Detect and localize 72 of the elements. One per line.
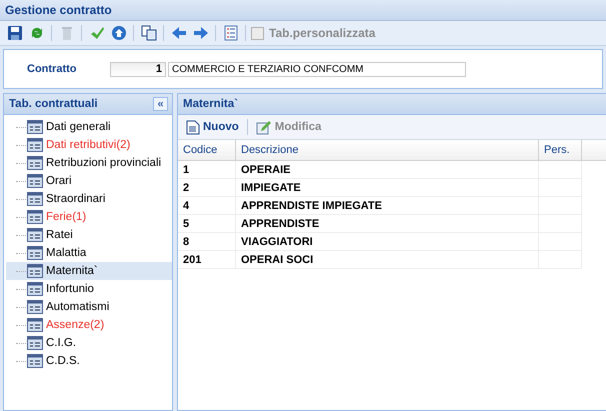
list-icon	[27, 174, 43, 188]
list-icon	[27, 354, 43, 368]
list-icon	[27, 192, 43, 206]
tree-item-label: Malattia	[46, 247, 86, 259]
tree-item[interactable]: Assenze(2)	[6, 316, 172, 334]
tree-item[interactable]: Orari	[6, 172, 172, 190]
tree-item[interactable]: Automatismi	[6, 298, 172, 316]
list-icon	[27, 336, 43, 350]
table-cell: OPERAIE	[236, 160, 538, 178]
tree-item-label: Ratei	[46, 229, 73, 241]
table-cell: 5	[178, 214, 236, 232]
pencil-icon	[256, 120, 272, 134]
tree-item[interactable]: Ferie(1)	[6, 208, 172, 226]
tree-item-label: Retribuzioni provinciali	[46, 157, 162, 169]
tree-item[interactable]: C.D.S.	[6, 352, 172, 370]
tree-item[interactable]: C.I.G.	[6, 334, 172, 352]
tree-item-label: C.D.S.	[46, 355, 80, 367]
table-cell: APPRENDISTE	[236, 214, 538, 232]
upload-icon[interactable]	[109, 24, 128, 42]
panel-title: Maternita`	[183, 98, 238, 110]
table-cell: OPERAI SOCI	[236, 250, 538, 268]
window-title: Gestione contratto	[5, 3, 112, 17]
column-header[interactable]: Pers.	[538, 140, 582, 160]
list-icon	[27, 282, 43, 296]
list-icon	[27, 138, 43, 152]
panel-title: Tab. contrattuali	[9, 98, 98, 110]
list-icon	[27, 318, 43, 332]
tree-item[interactable]: Maternita`	[6, 262, 172, 280]
list-icon	[27, 120, 43, 134]
tree-item[interactable]: Malattia	[6, 244, 172, 262]
list-icon	[27, 264, 43, 278]
column-header[interactable]: Descrizione	[236, 140, 538, 160]
table-cell: APPRENDISTE IMPIEGATE	[236, 196, 538, 214]
table-cell: VIAGGIATORI	[236, 232, 538, 250]
table-cell: 8	[178, 232, 236, 250]
tree-item-label: Orari	[46, 175, 72, 187]
tree-item[interactable]: Ratei	[6, 226, 172, 244]
table-cell: 2	[178, 178, 236, 196]
tree-item-label: Ferie(1)	[46, 211, 86, 223]
list-icon	[27, 246, 43, 260]
tree-item-label: Dati retributivi(2)	[46, 139, 130, 151]
table-cell: 4	[178, 196, 236, 214]
document-icon	[186, 120, 200, 134]
tree-item[interactable]: Retribuzioni provinciali	[6, 154, 172, 172]
tree-item[interactable]: Straordinari	[6, 190, 172, 208]
table-cell: IMPIEGATE	[236, 178, 538, 196]
table-cell	[538, 160, 582, 178]
description-field[interactable]: COMMERCIO E TERZIARIO CONFCOMM	[168, 62, 466, 76]
list-icon	[27, 156, 43, 170]
tree-item-label: C.I.G.	[46, 337, 76, 349]
list-icon	[27, 300, 43, 314]
tree-item-label: Automatismi	[46, 301, 110, 313]
tree-item[interactable]: Dati generali	[6, 118, 172, 136]
copy-icon[interactable]	[139, 24, 158, 42]
tree-item-label: Maternita`	[46, 265, 98, 277]
table-cell: 1	[178, 160, 236, 178]
collapse-button[interactable]: «	[153, 97, 168, 111]
new-button[interactable]: Nuovo	[183, 120, 242, 134]
checkbox-label: Tab.personalizzata	[269, 26, 376, 40]
list-icon	[27, 210, 43, 224]
field-label: Contratto	[26, 63, 78, 75]
list-icon	[27, 228, 43, 242]
tree-item-label: Assenze(2)	[46, 319, 104, 331]
tree-item-label: Straordinari	[46, 193, 106, 205]
tree-item[interactable]: Infortunio	[6, 280, 172, 298]
code-field[interactable]: 1	[110, 62, 166, 76]
save-icon[interactable]	[5, 24, 24, 42]
tree-item-label: Dati generali	[46, 121, 111, 133]
table-cell: 201	[178, 250, 236, 268]
tree-item-label: Infortunio	[46, 283, 94, 295]
tree-item[interactable]: Dati retributivi(2)	[6, 136, 172, 154]
column-header[interactable]: Codice	[178, 140, 236, 160]
